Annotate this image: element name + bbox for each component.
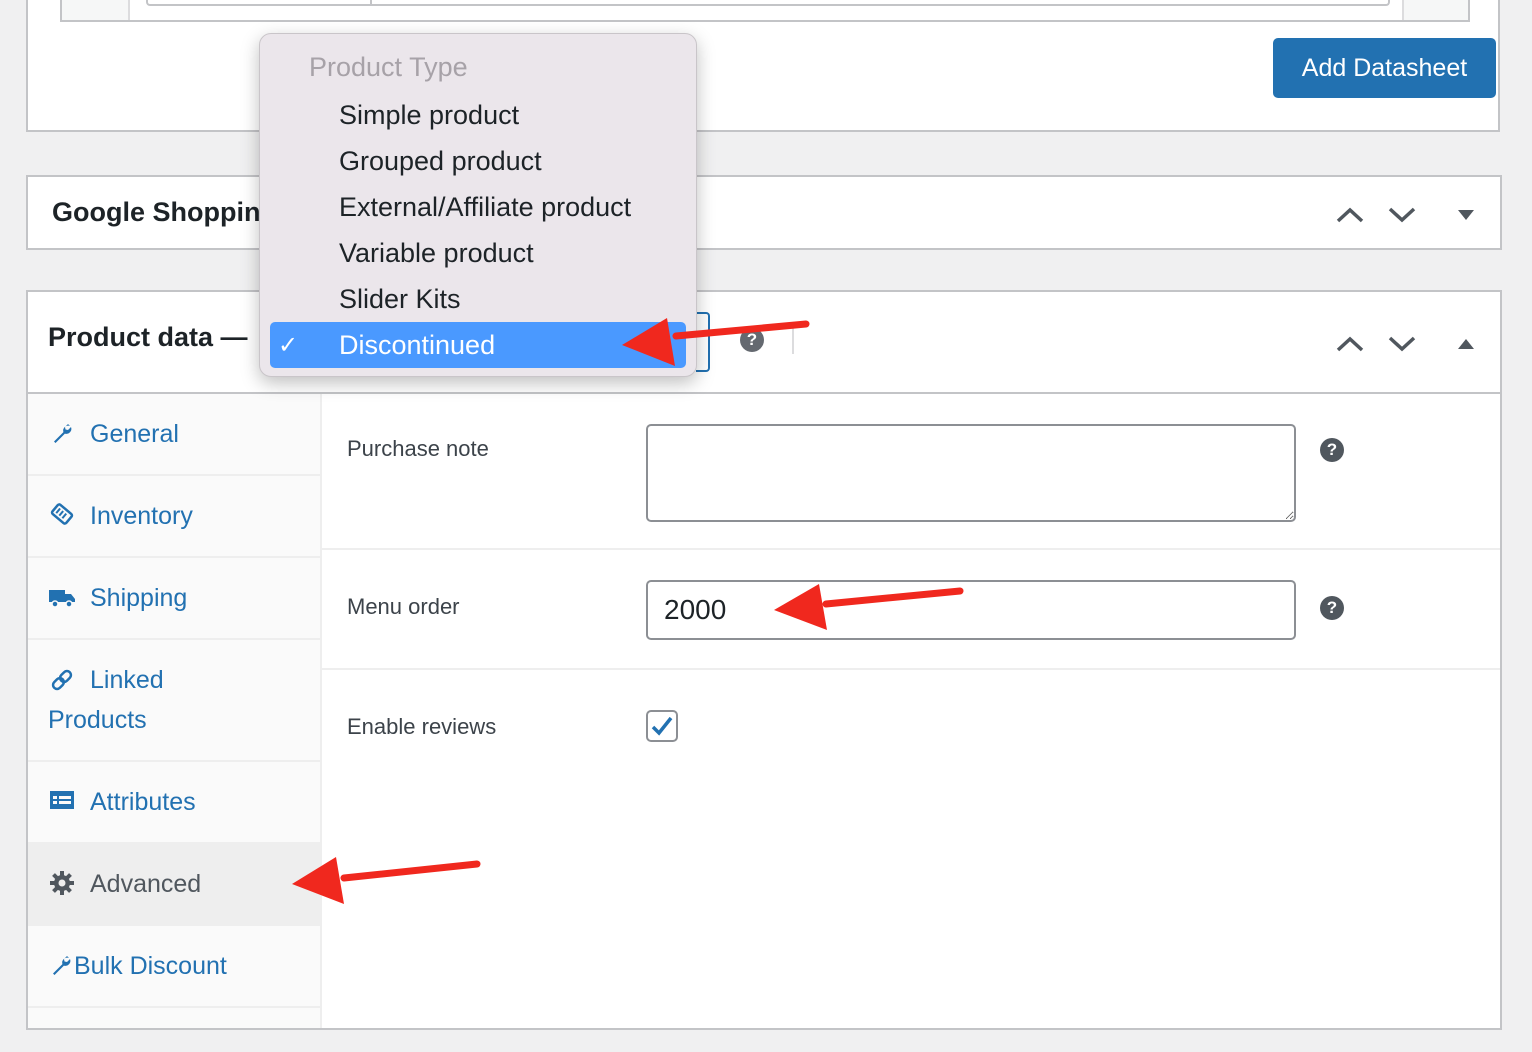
move-down-icon[interactable] <box>1382 199 1422 231</box>
google-shopping-title: Google Shoppin <box>52 197 261 227</box>
toggle-panel-icon[interactable] <box>1452 332 1480 356</box>
tab-attributes-label: Attributes <box>90 788 196 816</box>
option-label: Slider Kits <box>339 283 461 314</box>
tab-advanced-label: Advanced <box>90 870 202 898</box>
tab-general[interactable]: General <box>28 394 320 476</box>
tab-linked-products[interactable]: Linked Products <box>28 640 320 762</box>
checkmark-icon <box>651 716 673 736</box>
datasheet-table-left-column <box>62 0 130 20</box>
move-down-icon[interactable] <box>1382 328 1422 360</box>
purchase-note-label: Purchase note <box>347 436 489 461</box>
tab-bulk-discount-label: Bulk Discount <box>74 952 227 980</box>
tab-shipping-label: Shipping <box>90 584 188 612</box>
option-discontinued[interactable]: ✓ Discontinued <box>270 322 686 368</box>
wrench-icon <box>48 420 76 448</box>
tab-linked-label: Linked <box>90 666 164 694</box>
product-data-tabs: General Inventory Shipping Linked Produc… <box>28 394 322 1028</box>
tab-bulk-discount[interactable]: Bulk Discount <box>28 926 320 1008</box>
advanced-options-panel: Purchase note ? Menu order ? Enable revi… <box>322 394 1500 1028</box>
product-type-select[interactable] <box>696 312 710 372</box>
toggle-panel-icon[interactable] <box>1452 203 1480 227</box>
tab-advanced[interactable]: Advanced <box>28 844 320 926</box>
wrench-icon <box>48 952 74 980</box>
enable-reviews-label: Enable reviews <box>347 714 497 739</box>
option-variable-product[interactable]: Variable product <box>270 230 686 276</box>
product-type-dropdown: Product Type Simple product Grouped prod… <box>259 33 697 377</box>
dropdown-group-label: Product Type <box>309 52 468 82</box>
enable-reviews-row: Enable reviews <box>322 670 1500 780</box>
tag-icon <box>48 500 76 528</box>
option-label: Grouped product <box>339 145 542 176</box>
product-type-help-icon[interactable]: ? <box>740 328 764 352</box>
tab-attributes[interactable]: Attributes <box>28 762 320 844</box>
truck-icon <box>48 584 76 612</box>
list-table-icon <box>48 786 76 814</box>
move-up-icon[interactable] <box>1330 199 1370 231</box>
option-label: Variable product <box>339 237 534 268</box>
purchase-note-row: Purchase note ? <box>322 394 1500 550</box>
option-slider-kits[interactable]: Slider Kits <box>270 276 686 322</box>
check-icon: ✓ <box>278 332 299 359</box>
option-label: Discontinued <box>339 329 496 360</box>
option-label: Simple product <box>339 99 520 130</box>
option-grouped-product[interactable]: Grouped product <box>270 138 686 184</box>
gear-icon <box>48 869 76 897</box>
menu-order-row: Menu order ? <box>322 550 1500 670</box>
datasheet-input[interactable] <box>146 0 1390 6</box>
option-simple-product[interactable]: Simple product <box>270 92 686 138</box>
option-label: External/Affiliate product <box>339 191 632 222</box>
add-datasheet-button[interactable]: Add Datasheet <box>1273 38 1496 98</box>
link-icon <box>48 666 76 694</box>
datasheet-input-divider <box>370 0 372 4</box>
product-data-panel: Product data — ? General Inventory Shipp… <box>26 290 1502 1030</box>
datasheet-table <box>60 0 1470 22</box>
tab-linked-label-line2: Products <box>48 706 147 734</box>
tab-inventory-label: Inventory <box>90 502 193 530</box>
product-data-header: Product data — ? <box>28 292 1500 394</box>
tab-shipping[interactable]: Shipping <box>28 558 320 640</box>
tab-general-label: General <box>90 420 179 448</box>
help-icon[interactable]: ? <box>1320 596 1344 620</box>
menu-order-input[interactable] <box>646 580 1296 640</box>
product-data-title: Product data — <box>48 322 248 352</box>
move-up-icon[interactable] <box>1330 328 1370 360</box>
purchase-note-textarea[interactable] <box>646 424 1296 522</box>
menu-order-label: Menu order <box>347 594 460 619</box>
header-divider <box>792 326 794 354</box>
tab-inventory[interactable]: Inventory <box>28 476 320 558</box>
enable-reviews-checkbox[interactable] <box>646 710 678 742</box>
help-icon[interactable]: ? <box>1320 438 1344 462</box>
datasheet-table-right-column <box>1402 0 1468 20</box>
google-shopping-panel: Google Shoppin <box>26 175 1502 250</box>
option-external-affiliate-product[interactable]: External/Affiliate product <box>270 184 686 230</box>
